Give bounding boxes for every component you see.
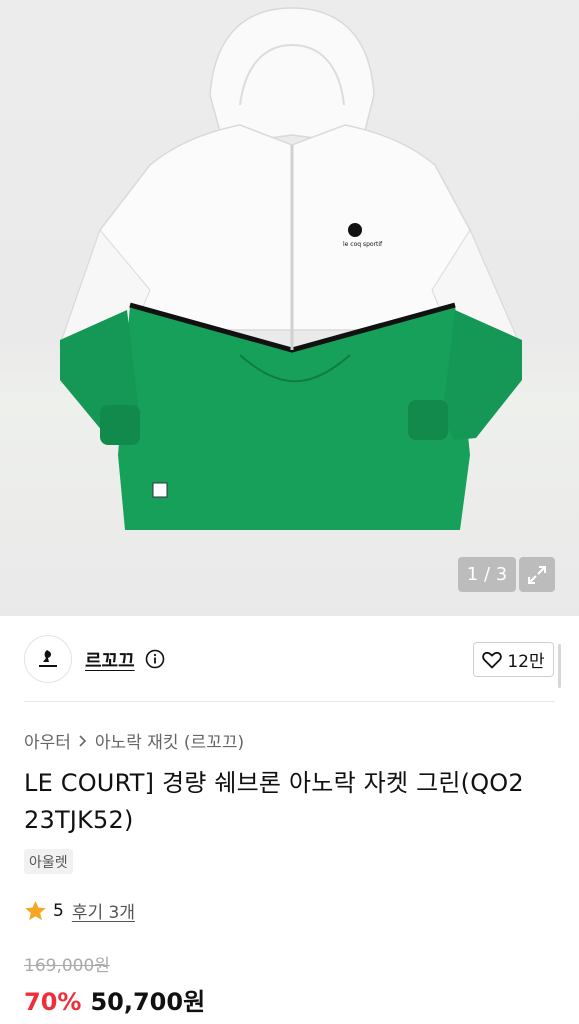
outlet-tag: 아울렛 bbox=[24, 849, 73, 874]
price-row: 70% 50,700원 bbox=[24, 982, 205, 1017]
scroll-indicator bbox=[558, 644, 561, 688]
svg-text:le coq sportif: le coq sportif bbox=[343, 241, 383, 248]
like-button[interactable]: 12만 bbox=[473, 642, 554, 677]
brand-row: 르꼬끄 12만 bbox=[0, 616, 579, 702]
brand-name-link[interactable]: 르꼬끄 bbox=[85, 647, 135, 673]
product-image: le coq sportif bbox=[58, 7, 522, 530]
review-count-link[interactable]: 후기 3개 bbox=[72, 898, 135, 923]
image-counter: 1 / 3 bbox=[458, 557, 516, 592]
info-icon[interactable] bbox=[145, 649, 165, 669]
expand-icon bbox=[528, 565, 546, 584]
divider bbox=[24, 701, 555, 702]
sale-price: 50,700원 bbox=[90, 988, 206, 1016]
breadcrumb: 아우터 아노락 재킷 (르꼬끄) bbox=[24, 728, 244, 753]
expand-image-button[interactable] bbox=[519, 557, 555, 592]
like-count: 12만 bbox=[507, 652, 545, 672]
le-coq-sportif-logo bbox=[39, 650, 57, 667]
rating-row: 5 후기 3개 bbox=[24, 898, 135, 923]
brand-logo[interactable] bbox=[24, 635, 72, 683]
product-image-gallery[interactable]: le coq sportif 1 / 3 bbox=[0, 0, 579, 616]
product-title: LE COURT] 경량 쉐브론 아노락 자켓 그린(QO2 23TJK52) bbox=[24, 769, 524, 834]
chevron-right-icon bbox=[79, 734, 87, 747]
star-icon bbox=[25, 900, 46, 920]
heart-icon bbox=[482, 651, 503, 668]
rating-score: 5 bbox=[53, 900, 64, 921]
breadcrumb-category[interactable]: 아우터 bbox=[24, 728, 71, 753]
original-price: 169,000원 bbox=[24, 956, 110, 976]
breadcrumb-subcategory[interactable]: 아노락 재킷 (르꼬끄) bbox=[95, 728, 244, 753]
discount-rate: 70% bbox=[24, 988, 82, 1016]
